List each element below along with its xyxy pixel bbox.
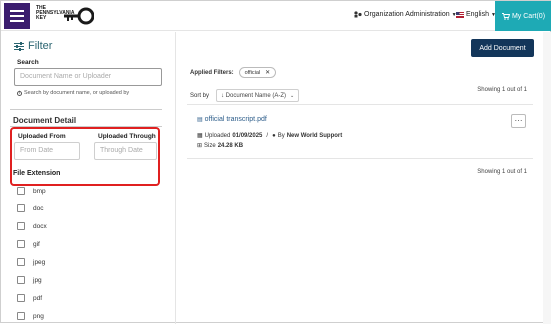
results-count-bottom: Showing 1 out of 1 [477, 169, 527, 175]
document-link[interactable]: ▤ official transcript.pdf [197, 116, 267, 123]
size-prefix: Size [204, 142, 216, 149]
document-detail-title: Document Detail [13, 116, 77, 125]
info-icon: i [17, 89, 22, 96]
checkbox[interactable] [17, 312, 25, 320]
documents-panel: Add Document Applied Filters: official ✕… [177, 32, 551, 324]
filter-title: Filter [28, 40, 53, 52]
checkbox[interactable] [17, 276, 25, 284]
extension-option-png[interactable]: png [17, 312, 44, 320]
sort-label: Sort by [190, 92, 210, 99]
extension-option-jpeg[interactable]: jpeg [17, 258, 45, 266]
uploaded-prefix: Uploaded [204, 132, 231, 139]
more-options-button[interactable]: ··· [511, 114, 526, 128]
sort-value: ↓ Document Name (A-Z) [221, 92, 287, 99]
search-label: Search [17, 59, 39, 66]
applied-filters-label: Applied Filters: [190, 69, 234, 76]
file-icon: ▤ [197, 117, 203, 123]
checkbox[interactable] [17, 258, 25, 266]
key-icon [64, 7, 94, 25]
user-icon: ● [272, 132, 276, 139]
search-hint: i Search by document name, or uploaded b… [17, 90, 129, 96]
ellipsis-icon: ··· [514, 116, 523, 125]
checkbox[interactable] [17, 294, 25, 302]
applied-filters: Applied Filters: official ✕ [190, 67, 277, 78]
logo-text: THE PENNSYLVANIA KEY [36, 5, 75, 21]
extension-label: docx [33, 222, 47, 230]
extension-label: jpg [33, 276, 42, 284]
top-header: THE PENNSYLVANIA KEY Organization Administ… [1, 1, 551, 31]
extension-option-jpg[interactable]: jpg [17, 276, 42, 284]
extension-label: pdf [33, 294, 43, 302]
extension-label: bmp [33, 187, 46, 195]
my-cart-button[interactable]: My Cart(0) [495, 1, 551, 31]
hamburger-menu-button[interactable] [4, 3, 30, 29]
cart-icon [501, 12, 510, 20]
search-input[interactable]: Document Name or Uploader [14, 68, 162, 86]
extension-label: jpeg [33, 258, 46, 266]
checkbox[interactable] [17, 204, 25, 212]
document-upload-info: ▦ Uploaded 01/09/2025 / ● By New World S… [197, 132, 343, 140]
filter-icon [14, 41, 24, 51]
chevron-down-icon: ⌄ [290, 92, 295, 99]
document-name: official transcript.pdf [204, 116, 267, 123]
language-label: English [466, 11, 489, 18]
filter-sidebar: Filter Search Document Name or Uploader … [1, 32, 176, 324]
size-icon: ⊞ [197, 143, 203, 149]
x-icon[interactable]: ✕ [265, 69, 270, 76]
extension-label: png [33, 312, 44, 320]
uploader-name: New World Support [286, 132, 343, 139]
calendar-icon: ▦ [197, 133, 203, 139]
filter-chip-label: official [244, 69, 261, 76]
sort-control: Sort by ↓ Document Name (A-Z) ⌄ [190, 89, 300, 102]
by-prefix: By [277, 132, 285, 139]
flag-icon [456, 11, 464, 18]
organization-administration-menu[interactable]: Organization Administration ▼ [354, 11, 457, 18]
highlight-box [10, 127, 160, 186]
divider [187, 104, 533, 105]
sort-select[interactable]: ↓ Document Name (A-Z) ⌄ [216, 89, 300, 102]
filter-heading: Filter [14, 40, 52, 52]
scrollbar[interactable] [543, 32, 551, 324]
extension-option-docx[interactable]: docx [17, 222, 47, 230]
checkbox[interactable] [17, 222, 25, 230]
results-count: Showing 1 out of 1 [477, 87, 527, 93]
extension-label: gif [33, 240, 40, 248]
org-admin-icon [354, 11, 362, 18]
app-window: THE PENNSYLVANIA KEY Organization Administ… [0, 0, 551, 324]
add-document-button[interactable]: Add Document [471, 39, 534, 57]
extension-option-doc[interactable]: doc [17, 204, 43, 212]
separator: / [266, 132, 269, 139]
language-menu[interactable]: English ▼ [456, 11, 496, 18]
org-admin-label: Organization Administration [364, 11, 450, 18]
cart-label: My Cart(0) [511, 12, 546, 20]
extension-option-gif[interactable]: gif [17, 240, 40, 248]
divider [10, 109, 162, 110]
checkbox[interactable] [17, 187, 25, 195]
extension-label: doc [33, 204, 44, 212]
pennsylvania-key-logo[interactable]: THE PENNSYLVANIA KEY [36, 6, 94, 26]
divider [187, 158, 533, 159]
extension-option-bmp[interactable]: bmp [17, 187, 46, 195]
filter-chip[interactable]: official ✕ [238, 67, 277, 78]
document-size-info: ⊞ Size 24.28 KB [197, 142, 244, 150]
checkbox[interactable] [17, 240, 25, 248]
document-size: 24.28 KB [217, 142, 244, 149]
extension-option-pdf[interactable]: pdf [17, 294, 42, 302]
uploaded-date: 01/09/2025 [232, 132, 263, 139]
search-hint-text: Search by document name, or uploaded by [24, 90, 130, 96]
